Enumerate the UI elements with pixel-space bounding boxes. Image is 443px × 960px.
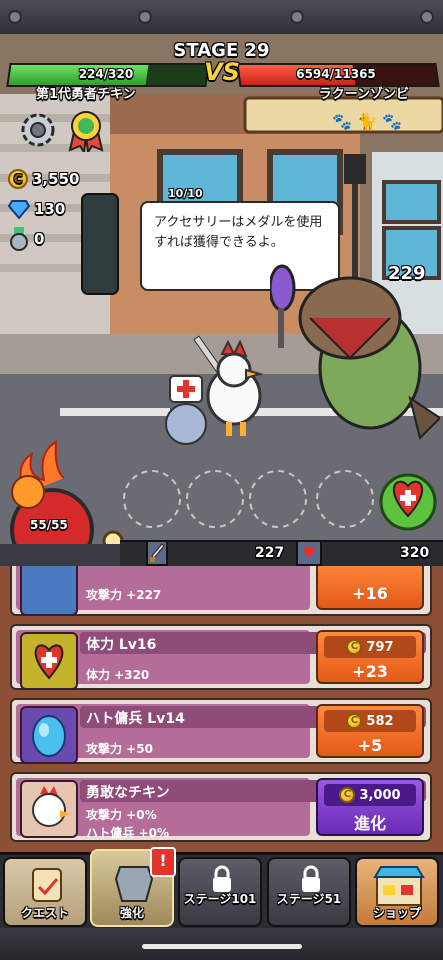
achievement-medal-icon[interactable]	[68, 110, 104, 155]
upgrade-buy-button[interactable]: +16	[316, 566, 424, 610]
medal-value: 0	[34, 230, 45, 248]
gold-counter: C 3,550	[8, 166, 79, 192]
enemy-name: ラクーンゾンビ	[318, 87, 409, 102]
upgrade-desc: 体力 +320	[86, 668, 150, 682]
battle-scene: 🐾 🐈 🐾 229 STAGE 29 224/320 6594/11365 VS…	[0, 34, 443, 544]
upgrade-desc-secondary: ハト傭兵 +0%	[86, 826, 169, 840]
nav-label: ステージ51	[276, 892, 342, 906]
upgrade-card-pigeon: ハト傭兵 Lv14 攻撃力 +50 C 582 +5	[10, 698, 432, 764]
upgrade-gain: +16	[352, 584, 388, 603]
home-indicator[interactable]	[142, 944, 302, 949]
price-box: C 3,000	[324, 784, 416, 806]
bolt-icon	[290, 10, 304, 24]
vs-badge: VS	[204, 58, 240, 86]
medal-icon	[10, 227, 28, 251]
nav-shop[interactable]: ショップ	[355, 857, 439, 927]
tip-text: アクセサリーはメダルを使用すれば獲得できるよ。	[154, 215, 323, 250]
upgrade-price: 797	[366, 639, 394, 655]
bolt-icon	[420, 10, 434, 24]
egg-icon	[20, 706, 78, 764]
upgrade-card-evolve: 勇敢なチキン 攻撃力 +0% ハト傭兵 +0% C 3,000 進化	[10, 772, 432, 842]
upgrade-card-attack: 攻撃力 +227 +16	[10, 566, 432, 616]
price-box: C 582	[324, 710, 416, 732]
nav-upgrade[interactable]: ! 強化	[90, 847, 176, 927]
player-name: 第1代勇者チキン	[36, 87, 136, 102]
diamond-icon	[8, 200, 30, 219]
gem-counter: 130	[8, 196, 65, 222]
upgrade-gain: +23	[352, 662, 388, 681]
upgrade-title: 勇敢なチキン	[86, 785, 170, 801]
rooster-icon	[20, 780, 78, 838]
gold-value: 3,550	[32, 170, 80, 188]
upgrade-title: ハト傭兵 Lv14	[86, 711, 185, 727]
gold-coin-icon: C	[8, 169, 28, 189]
price-box: C 797	[324, 636, 416, 658]
nav-label: ショップ	[372, 906, 421, 920]
gold-coin-icon: C	[339, 787, 356, 803]
settings-gear-icon[interactable]	[18, 110, 58, 150]
attack-total: 227	[255, 545, 285, 561]
top-frame	[0, 0, 443, 36]
nav-quest[interactable]: クエスト	[3, 857, 87, 927]
nav-label: 強化	[119, 906, 144, 920]
upgrade-title: 体力 Lv16	[86, 637, 157, 653]
player-hp-text: 224/320	[78, 67, 134, 81]
bottom-nav: クエスト ! 強化 ステージ101 ステージ51 ショップ	[0, 847, 443, 931]
scroll-icon	[32, 868, 62, 902]
upgrade-price: 3,000	[359, 787, 401, 803]
enemy-hp-text: 6594/11365	[296, 67, 376, 81]
medal-counter: 0	[8, 226, 44, 252]
upgrade-card-health: 体力 Lv16 体力 +320 C 797 +23	[10, 624, 432, 690]
nav-label: クエスト	[20, 906, 69, 920]
upgrade-gain: +5	[357, 736, 383, 755]
upgrade-buy-button[interactable]: C 797 +23	[316, 630, 424, 684]
health-total: 320	[400, 545, 430, 561]
alert-badge: !	[150, 847, 176, 877]
gold-coin-icon: C	[346, 639, 363, 655]
upgrade-buy-button[interactable]: C 582 +5	[316, 704, 424, 758]
upgrade-desc: 攻撃力 +227	[86, 588, 162, 602]
nav-stage-51-locked[interactable]: ステージ51	[267, 857, 351, 927]
upgrade-desc: 攻撃力 +50	[86, 742, 153, 756]
attack-sword-icon	[146, 540, 168, 566]
sword-icon	[20, 566, 78, 616]
raccoon-zombie-sprite	[270, 264, 440, 440]
gold-coin-icon: C	[346, 713, 363, 729]
upgrade-price: 582	[366, 713, 394, 729]
health-heart-icon: ♥	[296, 540, 322, 566]
ally-hp-text: 10/10	[168, 187, 203, 200]
heal-skill-button[interactable]	[378, 472, 438, 532]
evolve-button[interactable]: C 3,000 進化	[316, 778, 424, 836]
gem-value: 130	[34, 200, 66, 218]
upgrade-list[interactable]: 攻撃力 +227 +16 体力 Lv16 体力 +320 C 797 +23 ハト…	[0, 566, 443, 852]
bolt-icon	[8, 10, 22, 24]
upgrade-desc: 攻撃力 +0%	[86, 808, 157, 822]
nav-stage-101-locked[interactable]: ステージ101	[178, 857, 262, 927]
nav-label: ステージ101	[183, 892, 257, 906]
heart-icon	[20, 632, 78, 690]
evolve-label: 進化	[353, 814, 386, 833]
shop-icon	[373, 866, 425, 906]
potion-count: 55/55	[30, 518, 68, 532]
cat-paw-sign: 🐾 🐈 🐾	[332, 112, 402, 131]
pigeon-medic-sprite	[165, 375, 207, 445]
bolt-icon	[138, 10, 152, 24]
